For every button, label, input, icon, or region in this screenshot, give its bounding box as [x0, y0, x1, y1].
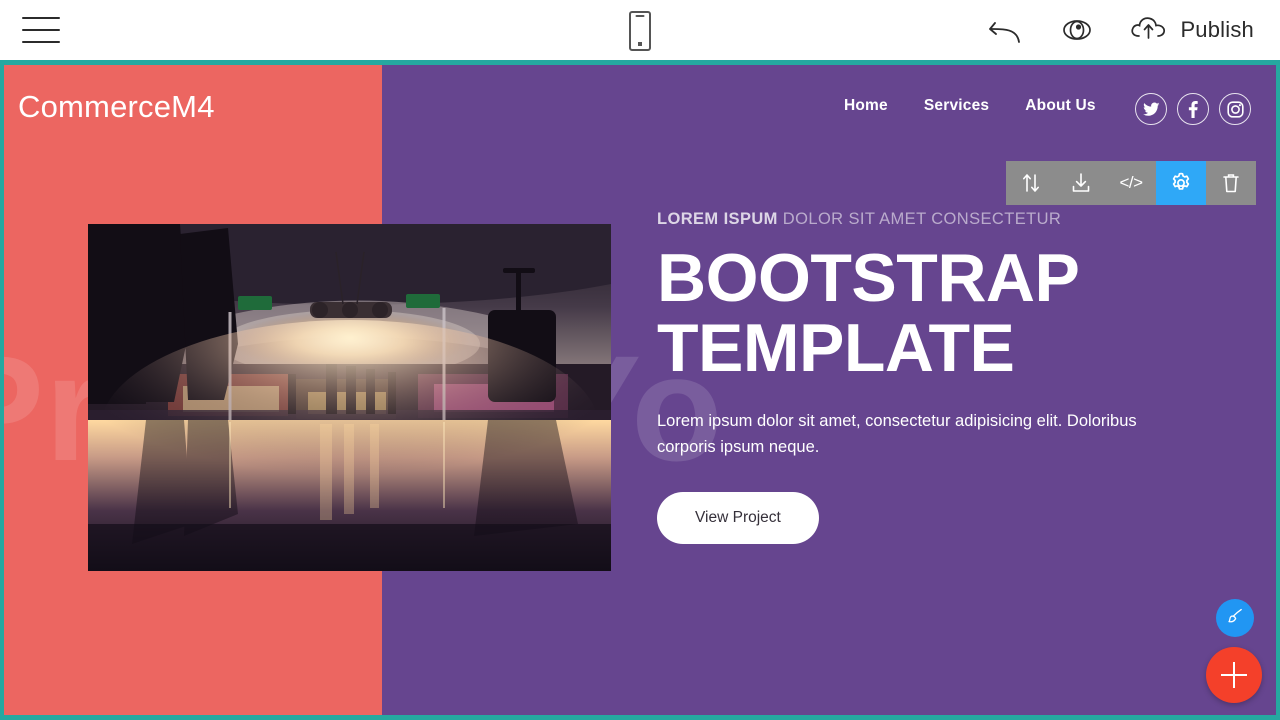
hamburger-line — [22, 17, 60, 19]
nav-link-services[interactable]: Services — [924, 97, 989, 115]
mobile-device-icon[interactable] — [629, 11, 651, 51]
site-navbar: CommerceM4 Home Services About Us — [4, 65, 1276, 150]
view-project-button[interactable]: View Project — [657, 492, 819, 545]
nav-link-about-us[interactable]: About Us — [1025, 97, 1095, 115]
hero-kicker-bold: LOREM ISPUM — [657, 210, 778, 228]
delete-block-button[interactable] — [1206, 161, 1256, 205]
hero-kicker-rest: DOLOR SIT AMET CONSECTETUR — [777, 210, 1062, 228]
hero-paragraph: Lorem ipsum dolor sit amet, consectetur … — [657, 412, 1137, 456]
block-toolbar: </> — [1006, 161, 1256, 205]
hero-section[interactable]: Present Yo CommerceM4 Home Services Abou… — [4, 65, 1276, 715]
nav-link-home[interactable]: Home — [844, 97, 888, 115]
publish-label: Publish — [1180, 17, 1254, 42]
edit-code-block-button[interactable]: </> — [1106, 161, 1156, 205]
hero-content: LOREM ISPUM DOLOR SIT AMET CONSECTETUR B… — [657, 210, 1217, 545]
plus-icon-vertical — [1232, 662, 1236, 688]
move-block-button[interactable] — [1006, 161, 1056, 205]
eye-preview-icon[interactable] — [1054, 15, 1100, 45]
page-canvas: Present Yo CommerceM4 Home Services Abou… — [0, 60, 1280, 720]
hero-kicker: LOREM ISPUM DOLOR SIT AMET CONSECTETUR — [657, 210, 1217, 229]
twitter-icon[interactable] — [1135, 93, 1167, 125]
editor-top-bar: Publish — [0, 0, 1280, 60]
add-block-button[interactable] — [1206, 647, 1262, 703]
paintbrush-icon — [1225, 606, 1245, 631]
facebook-icon[interactable] — [1177, 93, 1209, 125]
hamburger-menu-icon[interactable] — [22, 14, 60, 46]
hero-title: BOOTSTRAP TEMPLATE — [657, 240, 1079, 387]
hero-image[interactable] — [88, 224, 611, 571]
block-settings-button[interactable] — [1156, 161, 1206, 205]
publish-button[interactable]: Publish — [1128, 12, 1254, 49]
cloud-upload-icon — [1128, 12, 1170, 49]
hamburger-line — [22, 41, 60, 43]
instagram-icon[interactable] — [1219, 93, 1251, 125]
airport-terminal-photo — [88, 224, 611, 571]
download-block-button[interactable] — [1056, 161, 1106, 205]
hamburger-line — [22, 29, 60, 31]
social-links — [1135, 93, 1251, 125]
site-nav-links: Home Services About Us — [844, 97, 1096, 115]
code-brackets-icon: </> — [1119, 173, 1143, 192]
theme-brush-button[interactable] — [1216, 599, 1254, 637]
undo-arrow-icon[interactable] — [984, 15, 1026, 45]
editor-actions: Publish — [984, 0, 1254, 60]
site-brand-logo[interactable]: CommerceM4 — [18, 89, 215, 125]
